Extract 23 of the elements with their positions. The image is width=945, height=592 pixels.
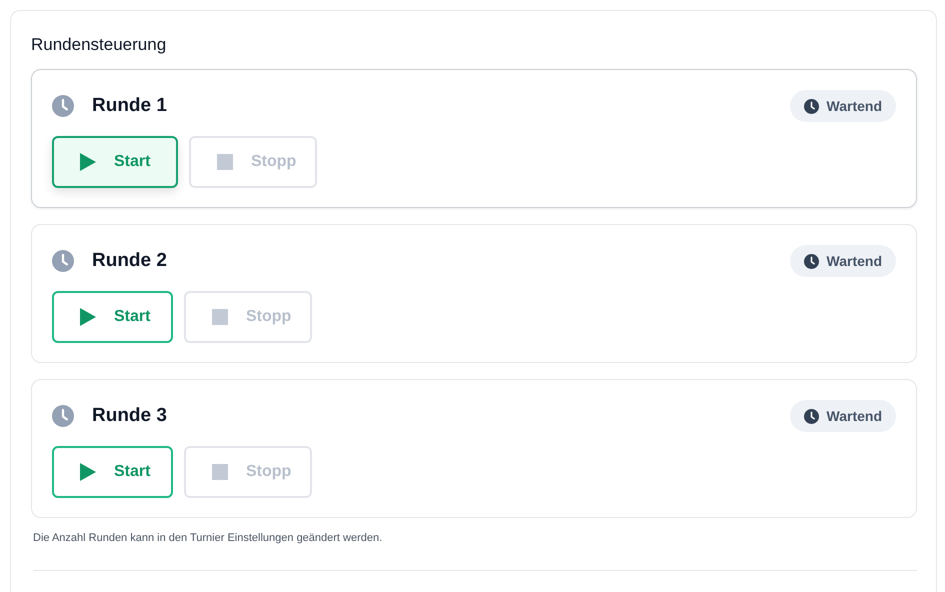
section-title: Rundensteuerung — [31, 35, 168, 55]
clock-icon — [804, 254, 819, 268]
clock-icon — [52, 250, 74, 272]
clock-icon — [804, 408, 819, 424]
round-title: Runde 2 — [92, 250, 167, 272]
play-icon — [80, 463, 96, 481]
status-badge: Wartend — [790, 400, 896, 432]
round-title: Runde 3 — [92, 405, 167, 427]
status-badge: Wartend — [790, 245, 896, 277]
play-icon — [80, 153, 96, 171]
clock-icon — [804, 98, 819, 114]
start-button[interactable]: Start — [52, 136, 178, 188]
start-button[interactable]: Start — [52, 446, 173, 498]
start-button[interactable]: Start — [52, 291, 173, 343]
stop-icon — [212, 464, 228, 480]
clock-icon — [52, 405, 74, 427]
status-badge: Wartend — [790, 90, 896, 122]
play-icon — [80, 308, 96, 326]
hint-text: Die Anzahl Runden kann in den Turnier Einstellungen geändert werden. — [33, 532, 917, 571]
stop-icon — [217, 154, 233, 170]
clock-icon — [52, 95, 74, 117]
round-title: Runde 1 — [92, 95, 167, 117]
stop-icon — [212, 309, 228, 325]
